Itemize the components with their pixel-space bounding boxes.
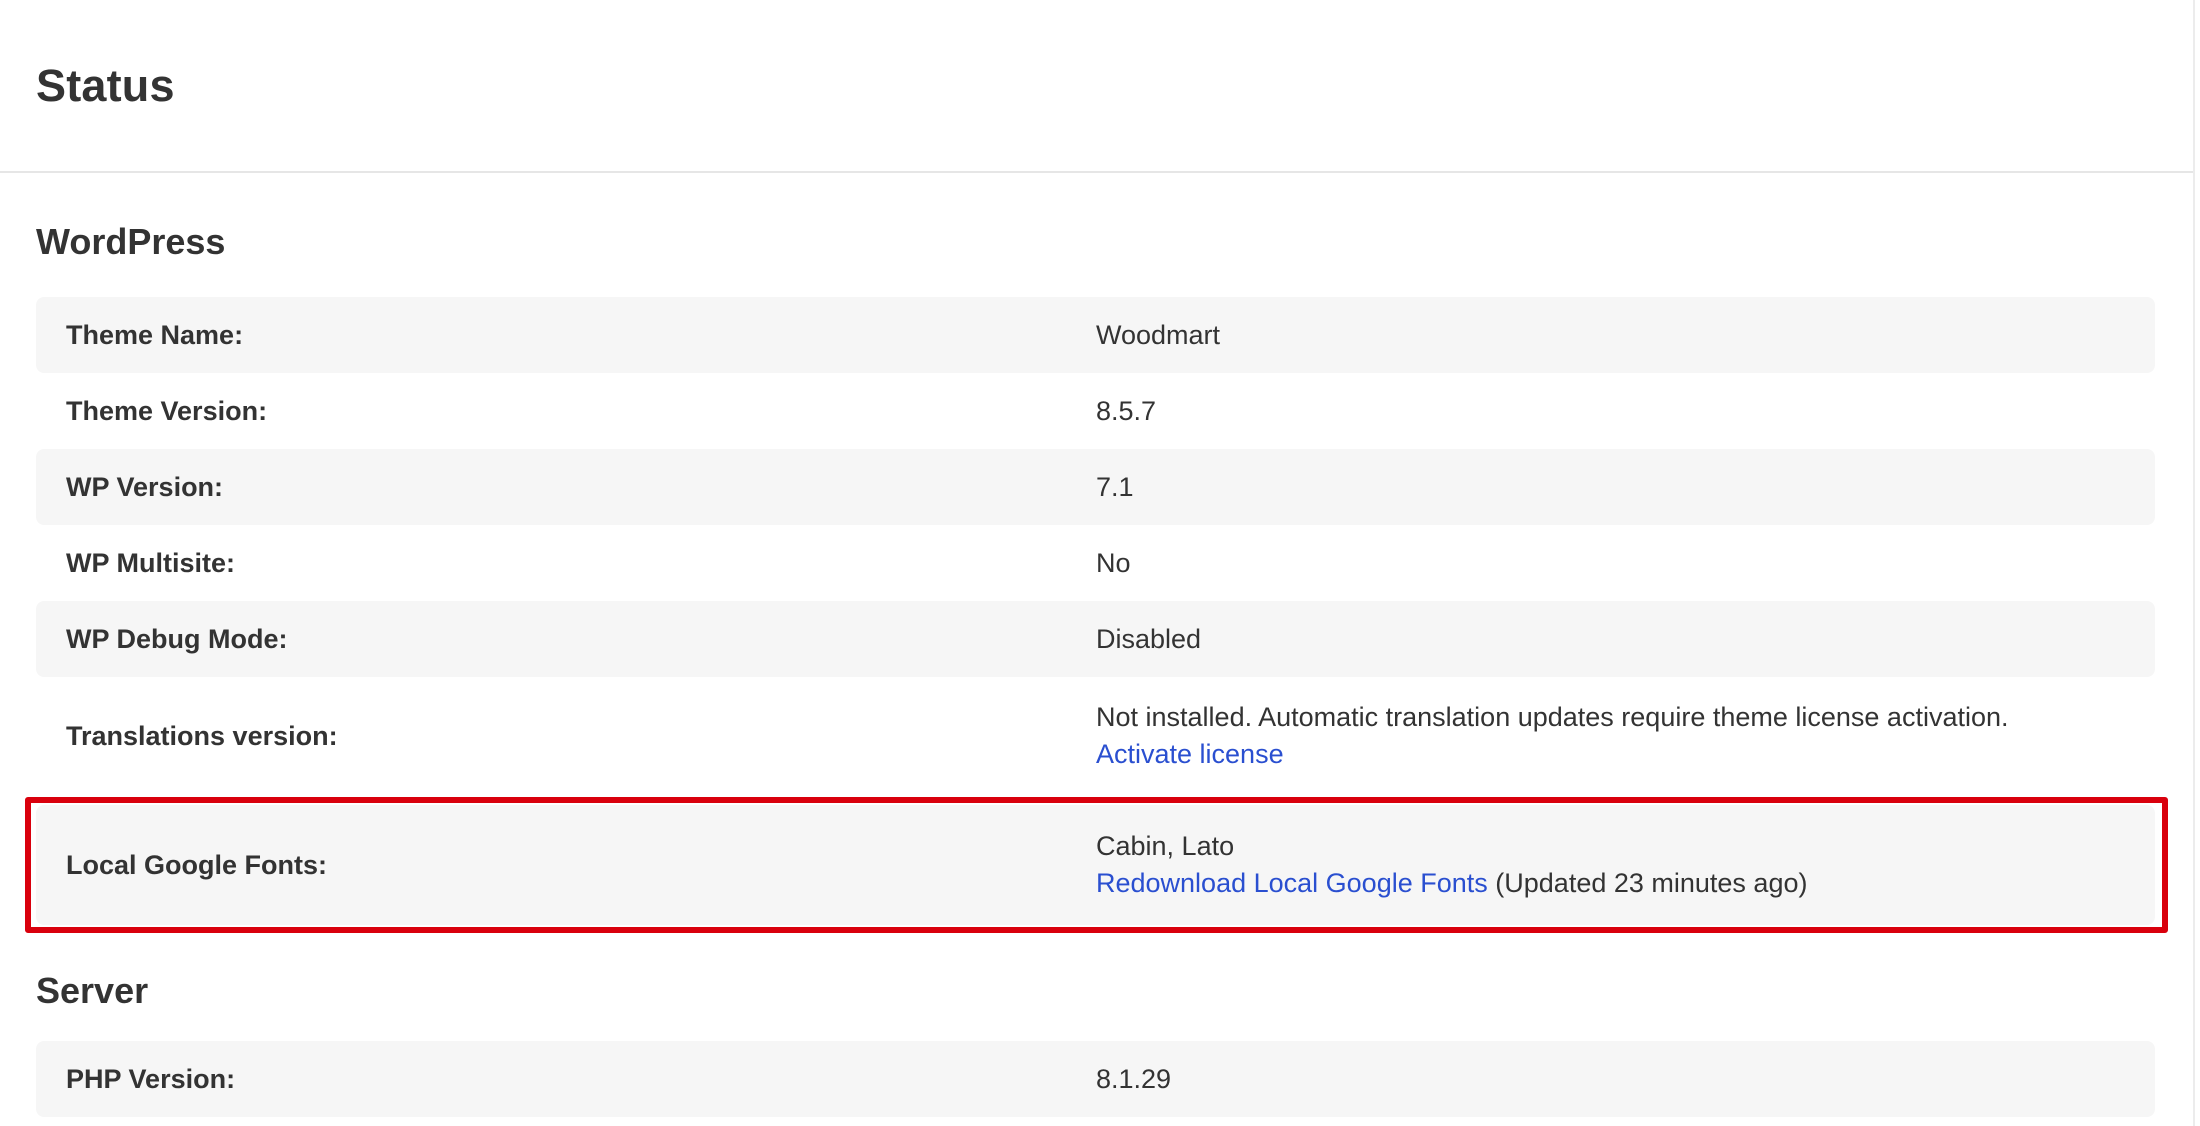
server-section: Server PHP Version: 8.1.29: [0, 925, 2193, 1117]
theme-name-label: Theme Name:: [66, 319, 244, 350]
wp-version-value: 7.1: [1096, 471, 1134, 502]
local-google-fonts-row: Local Google Fonts: Cabin, Lato Redownlo…: [36, 805, 2155, 925]
php-version-label: PHP Version:: [66, 1063, 236, 1094]
local-google-fonts-value: Cabin, Lato Redownload Local Google Font…: [1096, 828, 1807, 902]
wp-debug-mode-value: Disabled: [1096, 623, 1202, 654]
theme-name-row: Theme Name: Woodmart: [36, 297, 2155, 373]
wordpress-section-title: WordPress: [36, 221, 226, 262]
server-section-title: Server: [36, 970, 149, 1011]
page-header: Status: [0, 0, 2193, 173]
wp-multisite-value: No: [1096, 547, 1131, 578]
wp-debug-mode-label: WP Debug Mode:: [66, 623, 288, 654]
status-page: Status WordPress Theme Name: Woodmart Th…: [0, 0, 2195, 1126]
wp-multisite-label: WP Multisite:: [66, 547, 236, 578]
local-google-fonts-highlight: Local Google Fonts: Cabin, Lato Redownlo…: [25, 797, 2168, 933]
server-section-header: Server: [36, 925, 2157, 1041]
wordpress-section: WordPress Theme Name: Woodmart Theme Ver…: [0, 173, 2193, 933]
local-google-fonts-actions: Redownload Local Google Fonts (Updated 2…: [1096, 865, 1807, 902]
server-status-table: PHP Version: 8.1.29: [36, 1041, 2155, 1117]
translations-version-row: Translations version: Not installed. Aut…: [36, 677, 2155, 795]
theme-version-row: Theme Version: 8.5.7: [36, 373, 2155, 449]
wp-version-row: WP Version: 7.1: [36, 449, 2155, 525]
theme-version-label: Theme Version:: [66, 395, 268, 426]
activate-license-link[interactable]: Activate license: [1096, 739, 1284, 769]
local-google-fonts-label: Local Google Fonts:: [66, 849, 327, 880]
theme-name-value: Woodmart: [1096, 319, 1221, 350]
page-title: Status: [36, 59, 175, 111]
fonts-updated-text: (Updated 23 minutes ago): [1495, 868, 1808, 898]
php-version-value: 8.1.29: [1096, 1063, 1172, 1094]
wp-multisite-row: WP Multisite: No: [36, 525, 2155, 601]
local-google-fonts-list: Cabin, Lato: [1096, 831, 1235, 861]
redownload-local-google-fonts-link[interactable]: Redownload Local Google Fonts: [1096, 868, 1488, 898]
theme-version-value: 8.5.7: [1096, 395, 1157, 426]
php-version-row: PHP Version: 8.1.29: [36, 1041, 2155, 1117]
wordpress-status-table: Theme Name: Woodmart Theme Version: 8.5.…: [25, 297, 2168, 933]
wp-version-label: WP Version:: [66, 471, 224, 502]
translations-version-value: Not installed. Automatic translation upd…: [1096, 699, 2009, 773]
wp-debug-mode-row: WP Debug Mode: Disabled: [36, 601, 2155, 677]
translations-version-label: Translations version:: [66, 720, 338, 751]
wordpress-section-header: WordPress: [36, 173, 2157, 297]
translations-status-text: Not installed. Automatic translation upd…: [1096, 702, 2009, 732]
